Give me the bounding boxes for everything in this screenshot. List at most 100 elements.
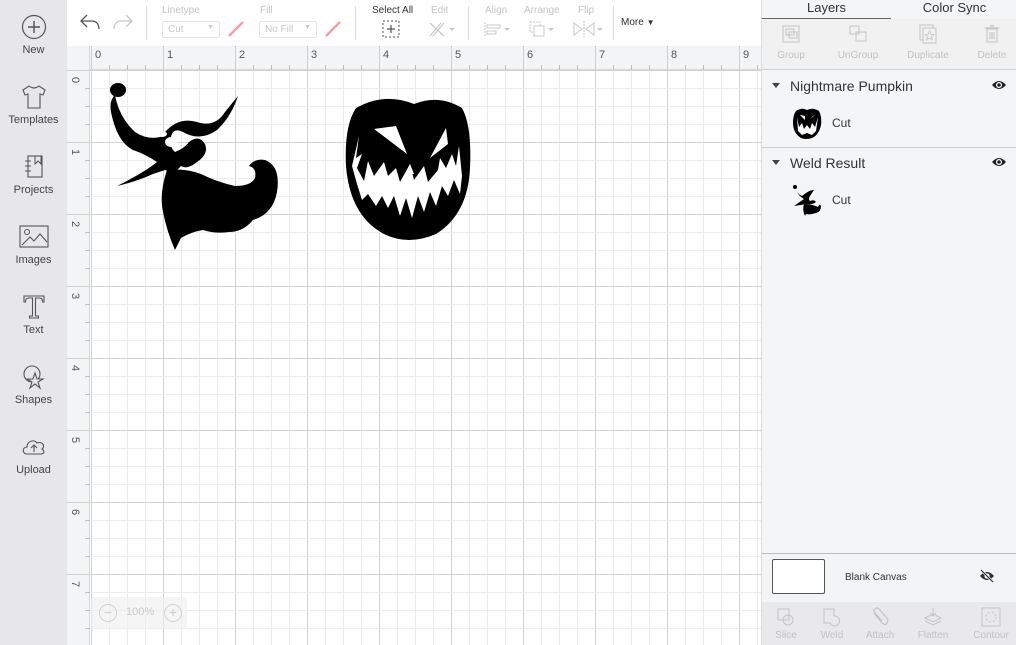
caret-down-icon: ▼ <box>646 18 655 27</box>
layer-type: Cut <box>832 193 851 207</box>
layer-item[interactable]: Cut <box>762 101 1016 145</box>
flatten-button[interactable]: Flatten <box>910 602 956 645</box>
group-label: Group <box>777 50 805 61</box>
ruler-top-number: 9 <box>743 49 750 61</box>
ruler-top-number: 5 <box>455 49 462 61</box>
flatten-icon <box>923 608 943 626</box>
duplicate-icon <box>919 24 937 44</box>
sidebar-item-label: Shapes <box>14 394 53 406</box>
edit-icon[interactable] <box>427 19 457 39</box>
ungroup-button[interactable]: UnGroup <box>828 19 888 70</box>
more-button[interactable]: More ▼ <box>621 17 655 28</box>
ruler-top-number: 0 <box>95 49 102 61</box>
tab-color-sync[interactable]: Color Sync <box>892 0 1016 19</box>
sidebar-item-label: Upload <box>16 464 51 476</box>
left-sidebar: New Templates Projects Images Text Shape… <box>0 0 67 645</box>
top-toolbar: Linetype Cut ▼ Fill No Fill ▼ Select All E… <box>67 0 761 46</box>
nightmare-pumpkin-object[interactable] <box>344 96 472 241</box>
align-icon[interactable] <box>483 19 513 39</box>
contour-button[interactable]: Contour <box>966 602 1016 645</box>
layer-type: Cut <box>832 116 851 130</box>
eye-hidden-icon[interactable] <box>979 569 995 583</box>
ruler-top-number: 4 <box>383 49 390 61</box>
linetype-select[interactable]: Cut ▼ <box>162 21 220 38</box>
flip-label: Flip <box>578 5 595 16</box>
eye-icon[interactable] <box>991 156 1007 168</box>
sidebar-item-label: Templates <box>8 114 59 126</box>
arrange-icon[interactable] <box>527 19 557 39</box>
blank-canvas-label: Blank Canvas <box>845 572 907 583</box>
sidebar-item-new[interactable]: New <box>0 14 67 84</box>
sidebar-item-templates[interactable]: Templates <box>0 84 67 154</box>
layers-panel: Layers Color Sync Group UnGroup Duplicat… <box>761 0 1016 645</box>
fill-color-swatch[interactable] <box>323 19 343 39</box>
fill-select[interactable]: No Fill ▼ <box>259 21 317 38</box>
ruler-left-number: 0 <box>69 76 82 84</box>
layer-item[interactable]: Cut <box>762 178 1016 222</box>
weld-result-thumbnail <box>793 185 821 216</box>
contour-icon <box>981 607 1001 627</box>
undo-icon[interactable] <box>79 12 101 32</box>
ruler-left-number: 3 <box>69 292 82 300</box>
ungroup-icon <box>849 25 867 42</box>
pumpkin-thumbnail <box>793 108 822 139</box>
trash-icon <box>985 25 999 43</box>
edit-label: Edit <box>431 5 449 16</box>
duplicate-button[interactable]: Duplicate <box>900 19 956 70</box>
weld-button[interactable]: Weld <box>810 602 854 645</box>
ruler-top-number: 8 <box>671 49 678 61</box>
sidebar-item-label: Text <box>23 324 44 336</box>
linetype-value: Cut <box>168 24 184 35</box>
ruler-left-number: 6 <box>69 508 82 516</box>
layer-group-weld-result[interactable]: Weld Result <box>762 148 1016 178</box>
ruler-top-number: 6 <box>527 49 534 61</box>
ruler-left-number: 2 <box>69 220 82 228</box>
blank-canvas-swatch[interactable] <box>772 559 825 594</box>
sidebar-item-label: Images <box>15 254 52 266</box>
group-name: Nightmare Pumpkin <box>790 78 913 94</box>
ruler-top-number: 1 <box>167 49 174 61</box>
sidebar-item-upload[interactable]: Upload <box>0 434 67 504</box>
attach-button[interactable]: Attach <box>858 602 902 645</box>
caret-down-icon[interactable] <box>772 83 780 88</box>
shapes-icon <box>22 365 45 390</box>
duplicate-label: Duplicate <box>907 50 949 61</box>
image-icon <box>18 225 49 248</box>
ruler-left-number: 5 <box>69 436 82 444</box>
weld-icon <box>823 608 841 627</box>
delete-button[interactable]: Delete <box>970 19 1014 70</box>
notebook-icon <box>24 155 43 178</box>
panel-tabs: Layers Color Sync <box>762 0 1016 19</box>
slice-button[interactable]: Slice <box>764 602 808 645</box>
zoom-out-button[interactable]: − <box>99 604 117 622</box>
linetype-color-swatch[interactable] <box>226 19 246 39</box>
select-all-label: Select All <box>372 5 414 16</box>
ruler-top-number: 2 <box>239 49 246 61</box>
ruler-top-number: 7 <box>599 49 606 61</box>
group-button[interactable]: Group <box>766 19 816 70</box>
weld-result-object[interactable] <box>105 82 280 252</box>
tab-layers[interactable]: Layers <box>762 0 891 19</box>
sidebar-item-projects[interactable]: Projects <box>0 154 67 224</box>
plus-circle-icon <box>21 14 46 40</box>
more-label: More <box>621 17 644 28</box>
delete-label: Delete <box>977 50 1007 61</box>
flip-icon[interactable] <box>571 19 605 39</box>
redo-icon[interactable] <box>112 12 134 32</box>
text-t-icon <box>22 295 45 319</box>
blank-canvas-row[interactable]: Blank Canvas <box>762 554 1016 602</box>
chevron-down-icon: ▼ <box>207 24 214 31</box>
sidebar-item-text[interactable]: Text <box>0 294 67 364</box>
sidebar-item-images[interactable]: Images <box>0 224 67 294</box>
slice-icon <box>777 608 794 626</box>
select-all-icon[interactable] <box>381 19 401 39</box>
sidebar-item-shapes[interactable]: Shapes <box>0 364 67 434</box>
eye-icon[interactable] <box>991 79 1007 91</box>
tshirt-icon <box>21 85 46 109</box>
caret-down-icon[interactable] <box>772 160 780 165</box>
design-canvas[interactable]: 0 1 2 3 4 5 6 7 8 9 0 1 2 3 4 5 6 7 − 100% + <box>67 46 761 645</box>
chevron-down-icon: ▼ <box>304 24 311 31</box>
zoom-in-button[interactable]: + <box>164 604 182 622</box>
ruler-left-number: 4 <box>69 364 82 372</box>
layer-group-nightmare-pumpkin[interactable]: Nightmare Pumpkin <box>762 71 1016 101</box>
